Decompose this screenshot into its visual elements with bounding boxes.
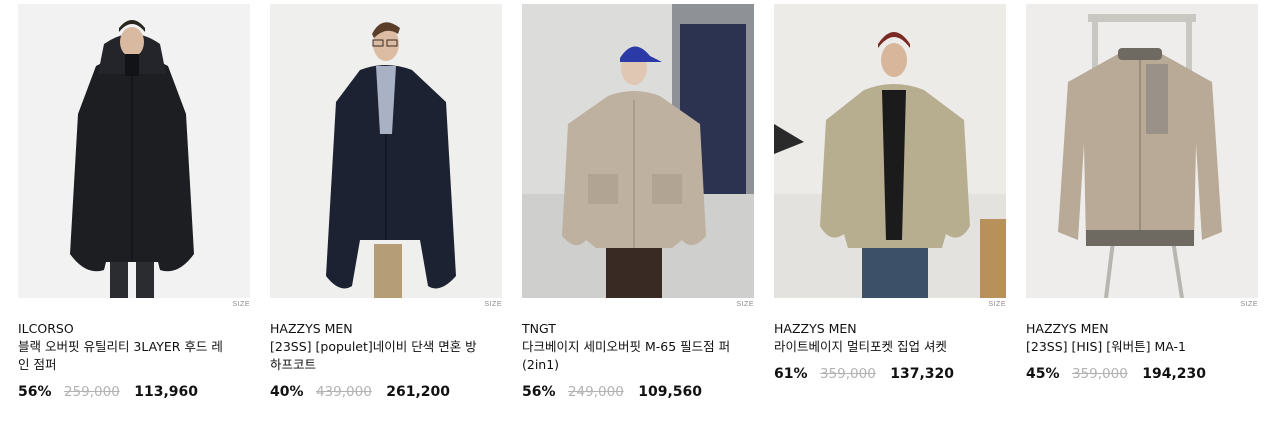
size-label[interactable]: SIZE — [774, 300, 1006, 310]
product-name[interactable]: [23SS] [HIS] [워버튼] MA-1 — [1026, 338, 1241, 356]
brand-name[interactable]: ILCORSO — [18, 320, 250, 338]
discount-rate: 40% — [270, 384, 304, 400]
product-card[interactable]: SIZE HAZZYS MEN [23SS] [populet]네이비 단색 면… — [270, 4, 502, 401]
sale-price: 194,230 — [1142, 366, 1207, 382]
product-name[interactable]: 블랙 오버핏 유틸리티 3LAYER 후드 레인 점퍼 — [18, 338, 233, 374]
product-image[interactable] — [522, 4, 754, 298]
discount-rate: 61% — [774, 366, 808, 382]
product-card[interactable]: SIZE ILCORSO 블랙 오버핏 유틸리티 3LAYER 후드 레인 점퍼… — [18, 4, 250, 401]
price-row: 56% 249,000 109,560 — [522, 383, 754, 401]
product-image[interactable] — [270, 4, 502, 298]
brand-name[interactable]: HAZZYS MEN — [1026, 320, 1258, 338]
original-price: 249,000 — [567, 384, 624, 400]
discount-rate: 56% — [522, 384, 556, 400]
price-row: 45% 359,000 194,230 — [1026, 365, 1258, 383]
brand-name[interactable]: TNGT — [522, 320, 754, 338]
size-label[interactable]: SIZE — [1026, 300, 1258, 310]
original-price: 359,000 — [819, 366, 876, 382]
size-label[interactable]: SIZE — [522, 300, 754, 310]
discount-rate: 45% — [1026, 366, 1060, 382]
price-row: 61% 359,000 137,320 — [774, 365, 1006, 383]
original-price: 439,000 — [315, 384, 372, 400]
product-name[interactable]: 다크베이지 세미오버핏 M-65 필드점 퍼 (2in1) — [522, 338, 737, 374]
price-row: 40% 439,000 261,200 — [270, 383, 502, 401]
product-name[interactable]: 라이트베이지 멀티포켓 집업 셔켓 — [774, 338, 989, 356]
brand-name[interactable]: HAZZYS MEN — [774, 320, 1006, 338]
product-image[interactable] — [1026, 4, 1258, 298]
discount-rate: 56% — [18, 384, 52, 400]
product-image[interactable] — [18, 4, 250, 298]
price-row: 56% 259,000 113,960 — [18, 383, 250, 401]
product-image[interactable] — [774, 4, 1006, 298]
size-label[interactable]: SIZE — [18, 300, 250, 310]
size-label[interactable]: SIZE — [270, 300, 502, 310]
sale-price: 113,960 — [134, 384, 199, 400]
original-price: 359,000 — [1071, 366, 1128, 382]
product-card[interactable]: SIZE HAZZYS MEN [23SS] [HIS] [워버튼] MA-1 … — [1026, 4, 1258, 383]
brand-name[interactable]: HAZZYS MEN — [270, 320, 502, 338]
sale-price: 137,320 — [890, 366, 955, 382]
product-grid: SIZE ILCORSO 블랙 오버핏 유틸리티 3LAYER 후드 레인 점퍼… — [0, 0, 1264, 445]
sale-price: 109,560 — [638, 384, 703, 400]
product-card[interactable]: SIZE HAZZYS MEN 라이트베이지 멀티포켓 집업 셔켓 61% 35… — [774, 4, 1006, 383]
sale-price: 261,200 — [386, 384, 451, 400]
product-name[interactable]: [23SS] [populet]네이비 단색 면혼 방 하프코트 — [270, 338, 485, 374]
product-card[interactable]: SIZE TNGT 다크베이지 세미오버핏 M-65 필드점 퍼 (2in1) … — [522, 4, 754, 401]
original-price: 259,000 — [63, 384, 120, 400]
